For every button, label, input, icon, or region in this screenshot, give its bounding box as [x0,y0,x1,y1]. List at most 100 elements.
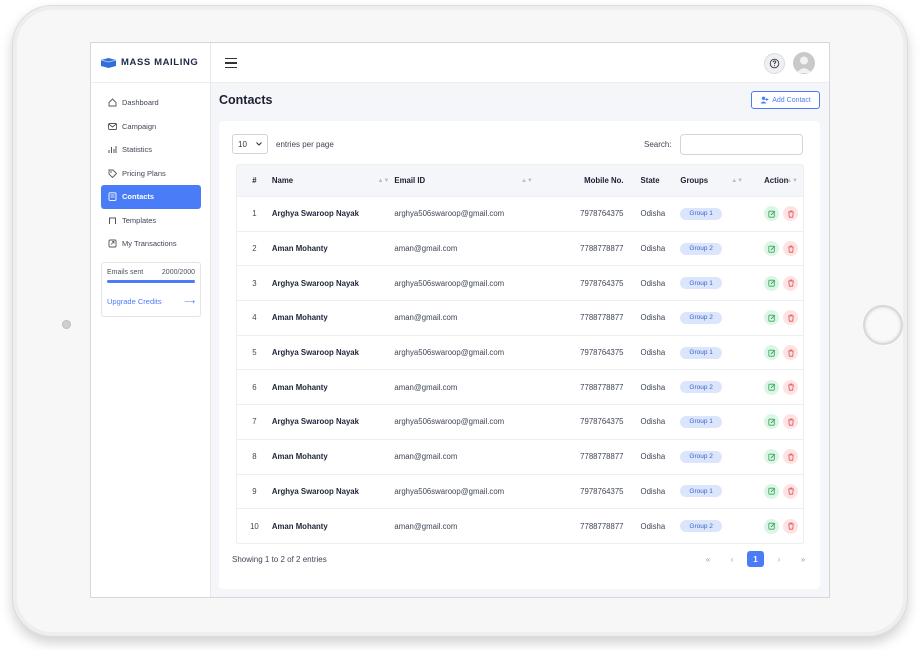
credits-value: 2000/2000 [161,268,195,276]
sidebar-item-my-transactions[interactable]: My Transactions [101,232,201,256]
cell-email: aman@gmail.com [394,244,458,254]
edit-button[interactable] [764,345,780,361]
delete-button[interactable] [783,275,799,291]
sidebar-item-statistics[interactable]: Statistics [101,138,201,162]
pagination-page-1[interactable]: 1 [747,551,764,567]
sort-icon: ▲▼ [377,177,390,184]
template-icon [108,216,117,225]
sidebar-item-label: Dashboard [122,98,159,108]
header-name[interactable]: Name ▲▼ [272,165,395,196]
delete-button[interactable] [783,206,799,222]
page-size-value: 10 [238,139,247,149]
cell-name: Aman Mohanty [271,521,328,531]
header-email[interactable]: Email ID ▲▼ [394,165,537,196]
edit-button[interactable] [764,518,780,534]
header-email-label: Email ID [394,176,426,185]
upgrade-credits-label: Upgrade Credits [107,296,162,306]
cell-email: aman@gmail.com [394,313,458,323]
header-mobile[interactable]: Mobile No. [538,165,623,196]
pagination-next[interactable]: › [767,551,791,567]
table-row: 10 Aman Mohanty aman@gmail.com 7788778877 Od… [237,508,803,543]
trash-icon [787,314,795,322]
cell-num: 9 [252,486,257,496]
cell-state: Odisha [640,417,666,427]
table-row: 2 Aman Mohanty aman@gmail.com 7788778877 Odi… [237,230,803,266]
group-badge: Group 1 [680,346,722,359]
header-action[interactable]: Action ▲▼ [748,165,803,196]
add-contact-label: Add Contact [772,96,811,104]
cell-email: aman@gmail.com [394,452,458,462]
edit-button[interactable] [764,241,780,257]
cell-action [748,301,803,335]
group-badge: Group 2 [680,311,722,324]
edit-button[interactable] [764,379,780,395]
delete-button[interactable] [783,345,799,361]
sidebar-nav: Dashboard Campaign Statistics Pricing Pl… [91,83,210,256]
sidebar-item-dashboard[interactable]: Dashboard [101,91,201,115]
delete-button[interactable] [783,483,799,499]
cell-num: 10 [250,521,259,531]
header-groups-label: Groups [680,176,709,185]
edit-button[interactable] [764,414,780,430]
cell-name: Aman Mohanty [271,244,328,254]
delete-button[interactable] [783,241,799,257]
edit-button[interactable] [764,449,780,465]
cell-mobile: 7978764375 [580,417,624,427]
sort-icon: ▲▼ [731,177,744,184]
pagination-last[interactable]: » [791,551,815,567]
cell-num: 4 [252,313,257,323]
delete-button[interactable] [783,379,799,395]
delete-button[interactable] [783,414,799,430]
search-input[interactable] [679,134,803,155]
pagination-first[interactable]: « [696,551,720,567]
sidebar-item-pricing-plans[interactable]: Pricing Plans [101,162,201,186]
cell-state: Odisha [640,209,666,219]
add-contact-button[interactable]: Add Contact [751,91,820,109]
cell-name: Aman Mohanty [271,313,328,323]
cell-state: Odisha [640,278,666,288]
pagination: « ‹ 1 › » [696,551,815,567]
cell-state: Odisha [640,521,666,531]
brand-logo[interactable]: MASS MAILING [91,43,210,83]
sidebar-item-templates[interactable]: Templates [101,209,201,233]
edit-button[interactable] [764,206,780,222]
edit-icon [768,210,776,218]
edit-button[interactable] [764,275,780,291]
cell-name: Arghya Swaroop Nayak [271,486,359,496]
delete-button[interactable] [783,518,799,534]
cell-group: Group 2 [672,301,748,335]
cell-name: Arghya Swaroop Nayak [271,209,359,219]
pagination-prev[interactable]: ‹ [720,551,744,567]
cell-action [748,440,803,474]
sort-icon: ▲▼ [520,177,533,184]
trash-icon [787,418,795,426]
delete-button[interactable] [783,310,799,326]
header-action-label: Action [764,176,789,185]
header-groups[interactable]: Groups ▲▼ [672,165,748,196]
home-button[interactable] [863,305,903,345]
cell-group: Group 1 [672,475,748,509]
sidebar-item-campaign[interactable]: Campaign [101,115,201,139]
help-button[interactable] [764,53,785,74]
menu-icon[interactable] [225,58,237,68]
cell-state: Odisha [640,452,666,462]
sidebar: MASS MAILING Dashboard Campaign Statisti… [91,43,211,597]
credits-panel: Emails sent 2000/2000 Upgrade Credits ⟶ [101,261,201,317]
cell-action [748,475,803,509]
cell-mobile: 7788778877 [580,382,624,392]
upgrade-credits-link[interactable]: Upgrade Credits ⟶ [107,297,195,306]
edit-button[interactable] [764,483,780,499]
header-name-label: Name [271,176,294,185]
table-row: 9 Arghya Swaroop Nayak arghya506swaroop@gm… [237,473,803,509]
page-title: Contacts [219,93,273,107]
avatar[interactable] [793,52,815,74]
cell-name: Aman Mohanty [271,452,328,462]
edit-button[interactable] [764,310,780,326]
edit-icon [768,487,776,495]
sidebar-item-contacts[interactable]: Contacts [101,185,201,209]
delete-button[interactable] [783,449,799,465]
page-size-select[interactable]: 10 [232,134,268,154]
credits-progress-fill [107,279,195,283]
cell-mobile: 7788778877 [580,452,624,462]
sidebar-item-label: Pricing Plans [122,168,166,178]
